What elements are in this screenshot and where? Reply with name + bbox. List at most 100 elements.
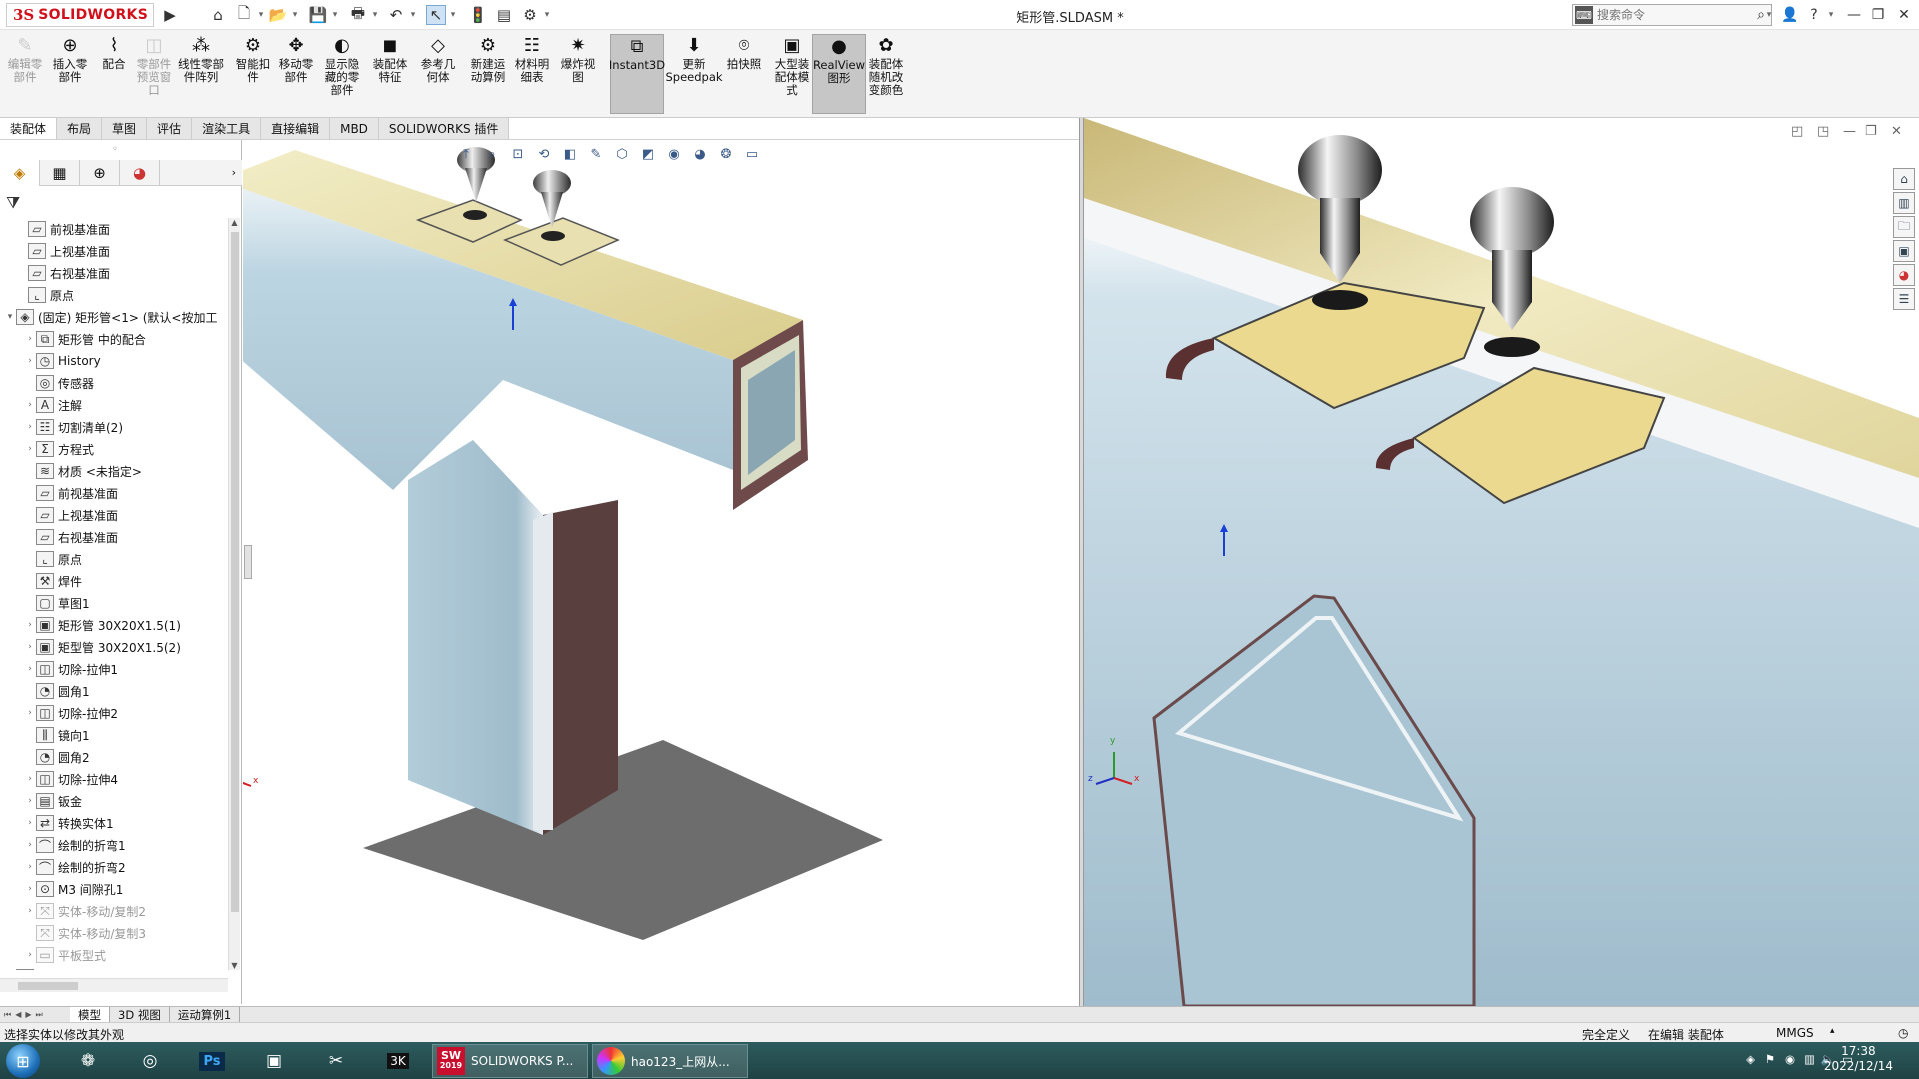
taskbar-clock[interactable]: 17:38 2022/12/14 bbox=[1824, 1044, 1893, 1074]
tab-3d-view[interactable]: 3D 视图 bbox=[110, 1007, 170, 1022]
tree-expand-icon[interactable]: › bbox=[24, 334, 36, 344]
units-dropdown-icon[interactable]: ▴ bbox=[1830, 1026, 1835, 1036]
taskbar-app-icon-4[interactable]: ▣ bbox=[252, 1045, 296, 1077]
taskbar-app-icon-5[interactable]: ✂ bbox=[314, 1045, 358, 1077]
tab-7[interactable]: SOLIDWORKS 插件 bbox=[378, 118, 510, 139]
tree-item[interactable]: › ⇄ 转换实体1 bbox=[0, 812, 228, 834]
tree-item[interactable]: ⌞ 原点 bbox=[0, 548, 228, 570]
tree-item[interactable]: ▾ ◈ (固定) 矩形管<1> (默认<按加工 bbox=[0, 306, 228, 328]
ribbon-button-2[interactable]: ⌇ 配合 bbox=[96, 34, 132, 114]
new-dropdown-icon[interactable]: ▾ bbox=[256, 5, 266, 25]
tree-item[interactable]: › ⌒ 绘制的折弯2 bbox=[0, 856, 228, 878]
tree-item[interactable]: › ▤ 钣金 bbox=[0, 790, 228, 812]
taskbar-solidworks[interactable]: SW 2019 SOLIDWORKS P... bbox=[432, 1044, 588, 1078]
save-dropdown-icon[interactable]: ▾ bbox=[330, 5, 340, 25]
search-box[interactable]: ⌨ ⌕ bbox=[1572, 4, 1772, 26]
tree-item[interactable]: › ◫ 切除-拉伸4 bbox=[0, 768, 228, 790]
ribbon-button-13[interactable]: ⧉ Instant3D bbox=[609, 34, 665, 114]
property-manager-tab-icon[interactable]: ▦ bbox=[40, 160, 80, 186]
tree-item[interactable]: ▱ 前视基准面 bbox=[0, 218, 228, 240]
tree-expand-icon[interactable]: › bbox=[24, 708, 36, 718]
tree-item[interactable]: ≋ 材质 <未指定> bbox=[0, 460, 228, 482]
search-commands-icon[interactable]: ⌨ bbox=[1575, 6, 1593, 24]
tree-item[interactable]: › ▣ 矩形管 30X20X1.5(1) bbox=[0, 614, 228, 636]
help-icon[interactable]: ? bbox=[1802, 4, 1826, 26]
start-button-icon[interactable]: ⊞ bbox=[6, 1044, 40, 1078]
ribbon-button-0[interactable]: ✎ 编辑零 部件 bbox=[4, 34, 46, 114]
select-icon[interactable]: ↖ bbox=[426, 5, 446, 25]
search-dropdown-icon[interactable]: ▾ bbox=[1764, 5, 1774, 25]
display-manager-tab-icon[interactable]: ◕ bbox=[120, 160, 160, 186]
scrollbar-thumb[interactable] bbox=[231, 232, 239, 912]
tab-motion-study[interactable]: 运动算例1 bbox=[170, 1007, 241, 1022]
view-orientation-icon[interactable]: ⬡ bbox=[611, 144, 633, 164]
apply-scene-icon[interactable]: ❂ bbox=[715, 144, 737, 164]
solidworks-resources-icon[interactable]: ⌂ bbox=[1893, 168, 1915, 190]
ribbon-button-5[interactable]: ⚙ 智能扣 件 bbox=[234, 34, 272, 114]
rebuild-icon[interactable]: 🚦 bbox=[468, 5, 488, 25]
zoom-to-fit-icon[interactable]: ⌕ bbox=[481, 144, 503, 164]
help-dropdown-icon[interactable]: ▾ bbox=[1826, 5, 1836, 25]
viewport-unlink-icon[interactable]: ◳ bbox=[1817, 124, 1829, 139]
ribbon-button-10[interactable]: ⚙ 新建运 动算例 bbox=[466, 34, 510, 114]
file-properties-icon[interactable]: ▤ bbox=[494, 5, 514, 25]
tray-app-icon[interactable]: ◈ bbox=[1746, 1052, 1755, 1066]
tab-2[interactable]: 草图 bbox=[102, 118, 148, 139]
edit-appearance-icon[interactable]: ◕ bbox=[689, 144, 711, 164]
tree-horizontal-scrollbar[interactable] bbox=[0, 978, 228, 992]
print-icon[interactable]: 🖶 bbox=[348, 4, 368, 25]
tabs-more-icon[interactable]: › bbox=[160, 160, 242, 185]
undo-icon[interactable]: ↶ bbox=[386, 5, 406, 25]
previous-view-icon[interactable]: ⤒ bbox=[455, 144, 477, 164]
tab-3[interactable]: 评估 bbox=[147, 118, 193, 139]
taskbar-app-icon-1[interactable]: ❁ bbox=[66, 1045, 110, 1077]
tree-item[interactable]: ◔ 圆角2 bbox=[0, 746, 228, 768]
first-tab-icon[interactable]: ⏮ bbox=[4, 1010, 11, 1020]
last-tab-icon[interactable]: ⏭ bbox=[36, 1010, 43, 1020]
tab-4[interactable]: 渲染工具 bbox=[192, 118, 262, 139]
tab-scroll-arrows[interactable]: ⏮ ◀ ▶ ⏭ bbox=[0, 1007, 70, 1022]
graphics-viewport-left[interactable]: y x z bbox=[243, 140, 1079, 1006]
tree-expand-icon[interactable]: › bbox=[24, 620, 36, 630]
solidworks-logo[interactable]: 3S SOLIDWORKS bbox=[6, 3, 154, 27]
options-dropdown-icon[interactable]: ▾ bbox=[542, 5, 552, 25]
taskbar-hao123[interactable]: hao123_上网从... bbox=[592, 1044, 748, 1078]
home-icon[interactable]: ⌂ bbox=[208, 5, 228, 25]
ribbon-button-15[interactable]: ⌾ 拍快照 bbox=[722, 34, 766, 114]
tree-item[interactable]: ▱ 上视基准面 bbox=[0, 240, 228, 262]
tree-item[interactable]: › ☷ 切割清单(2) bbox=[0, 416, 228, 438]
open-icon[interactable]: 📂 bbox=[268, 5, 288, 25]
tree-item[interactable]: ⤧ 实体-移动/复制3 bbox=[0, 922, 228, 944]
tree-item[interactable]: ▱ 前视基准面 bbox=[0, 482, 228, 504]
tree-item[interactable]: ›◈十字槽盘头自攻螺钉 GB 845-19 bbox=[0, 966, 228, 970]
dynamic-annotation-icon[interactable]: ✎ bbox=[585, 144, 607, 164]
custom-properties-icon[interactable]: ☰ bbox=[1893, 288, 1915, 310]
tree-expand-icon[interactable]: › bbox=[24, 664, 36, 674]
ribbon-button-11[interactable]: ☷ 材料明 细表 bbox=[512, 34, 552, 114]
tree-item[interactable]: › ◫ 切除-拉伸2 bbox=[0, 702, 228, 724]
ribbon-button-1[interactable]: ⊕ 插入零 部件 bbox=[50, 34, 90, 114]
tab-model[interactable]: 模型 bbox=[70, 1007, 110, 1022]
tree-expand-icon[interactable]: ▾ bbox=[4, 312, 16, 322]
tree-expand-icon[interactable]: › bbox=[24, 356, 36, 366]
tree-item[interactable]: ⌞ 原点 bbox=[0, 284, 228, 306]
graphics-viewport-right[interactable]: y x z bbox=[1084, 118, 1919, 1006]
tree-item[interactable]: › ⌒ 绘制的折弯1 bbox=[0, 834, 228, 856]
tab-5[interactable]: 直接编辑 bbox=[261, 118, 331, 139]
tree-item[interactable]: ▱ 右视基准面 bbox=[0, 526, 228, 548]
view-palette-icon[interactable]: ▣ bbox=[1893, 240, 1915, 262]
tab-1[interactable]: 布局 bbox=[57, 118, 103, 139]
tray-network-icon[interactable]: ▥ bbox=[1804, 1052, 1815, 1066]
tree-item[interactable]: › ⊙ M3 间隙孔1 bbox=[0, 878, 228, 900]
tree-expand-icon[interactable]: › bbox=[24, 774, 36, 784]
viewport-minimize-icon[interactable]: — bbox=[1843, 124, 1856, 139]
tree-expand-icon[interactable]: › bbox=[24, 840, 36, 850]
print-dropdown-icon[interactable]: ▾ bbox=[370, 5, 380, 25]
tree-item[interactable]: › ◫ 切除-拉伸1 bbox=[0, 658, 228, 680]
select-dropdown-icon[interactable]: ▾ bbox=[448, 5, 458, 25]
tree-vertical-scrollbar[interactable]: ▲ ▼ bbox=[228, 218, 240, 970]
zoom-to-area-icon[interactable]: ⊡ bbox=[507, 144, 529, 164]
tree-expand-icon[interactable]: › bbox=[24, 950, 36, 960]
user-icon[interactable]: 👤 bbox=[1778, 4, 1802, 26]
next-tab-icon[interactable]: ▶ bbox=[25, 1010, 31, 1019]
